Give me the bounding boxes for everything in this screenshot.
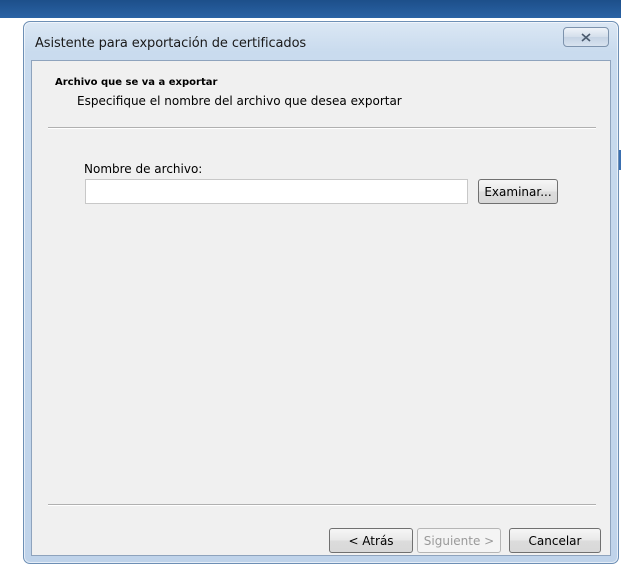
filename-label: Nombre de archivo: [84,162,203,176]
wizard-window: Asistente para exportación de certificad… [23,21,619,564]
page-title: Archivo que se va a exportar [55,77,218,88]
desktop-margin [0,18,24,569]
window-title: Asistente para exportación de certificad… [35,36,307,51]
close-icon [581,32,591,42]
browse-button[interactable]: Examinar... [478,179,558,204]
back-button[interactable]: < Atrás [329,528,413,553]
header-divider [48,127,596,129]
cancel-button[interactable]: Cancelar [509,528,601,553]
screen: Asistente para exportación de certificad… [0,0,621,569]
wizard-body: Archivo que se va a exportar Especifique… [31,60,611,556]
filename-input[interactable] [85,179,468,204]
title-bar[interactable]: Asistente para exportación de certificad… [24,22,618,52]
next-button[interactable]: Siguiente > [417,528,501,553]
close-button[interactable] [563,27,609,47]
desktop-background [0,0,621,18]
page-subtitle: Especifique el nombre del archivo que de… [77,94,402,108]
footer-divider [48,504,596,506]
